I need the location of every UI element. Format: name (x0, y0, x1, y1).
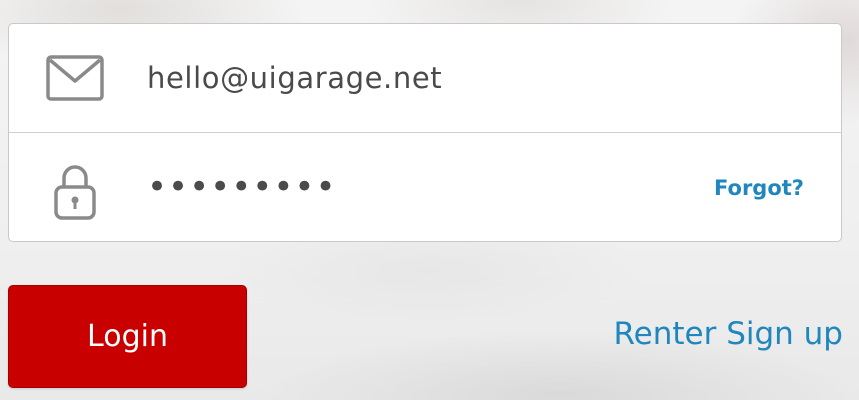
email-field[interactable]: hello@uigarage.net (9, 24, 841, 133)
email-value[interactable]: hello@uigarage.net (147, 61, 442, 95)
forgot-password-link[interactable]: Forgot? (714, 176, 804, 200)
envelope-icon (43, 46, 107, 110)
password-value[interactable]: ••••••••• (147, 167, 337, 207)
login-form-card: hello@uigarage.net ••••••••• Forgot? (8, 23, 842, 242)
renter-signup-link[interactable]: Renter Sign up (614, 316, 844, 352)
password-field[interactable]: ••••••••• Forgot? (9, 133, 841, 241)
login-button[interactable]: Login (8, 285, 247, 388)
lock-icon (43, 160, 107, 224)
